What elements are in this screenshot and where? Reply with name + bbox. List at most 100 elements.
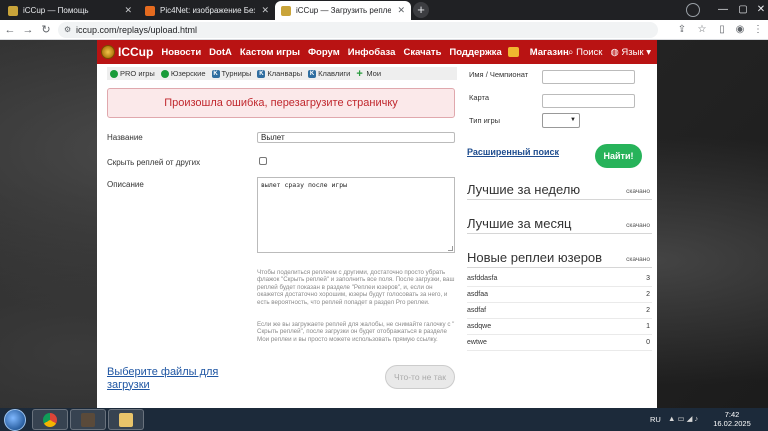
nav-shop-label: Магазин — [529, 46, 569, 58]
folder-icon — [119, 413, 133, 427]
list-item[interactable]: asdfaa 2 — [467, 287, 652, 303]
close-tab-icon[interactable]: ✕ — [261, 5, 269, 16]
filter-label: Юзерские — [170, 69, 206, 78]
caret-down-icon: ▾ — [646, 46, 651, 58]
download-count: 0 — [646, 339, 650, 346]
help-text-share: Чтобы поделиться реплеем с другими, дост… — [257, 269, 455, 306]
input-language[interactable]: RU — [650, 415, 661, 424]
description-textarea[interactable]: вылет сразу после игры — [257, 177, 455, 253]
tab-title: iCCup — Помощь — [23, 6, 89, 15]
browser-tab-help[interactable]: iCCup — Помощь ✕ — [2, 1, 138, 20]
back-icon[interactable]: ← — [2, 22, 18, 38]
pic4net-favicon — [145, 5, 155, 16]
chrome-icon — [43, 413, 57, 427]
search-icon: ⌕ — [568, 46, 574, 58]
tray-icons[interactable]: ▲ ▭ ◢ ♪ — [668, 414, 698, 423]
search-link[interactable]: ⌕ Поиск — [568, 47, 602, 58]
choose-files-link[interactable]: Выберите файлы для загрузки — [107, 366, 227, 391]
clock[interactable]: 7:42 16.02.2025 — [712, 410, 752, 428]
site-logo[interactable]: ICCup — [101, 45, 153, 59]
new-user-replays-header: Новые реплеи юзеров скачано — [467, 250, 652, 268]
game-type-select[interactable]: ▼ — [542, 113, 580, 128]
close-window-icon[interactable]: ✕ — [748, 0, 768, 20]
submit-button[interactable]: Что-то не так — [385, 365, 455, 389]
filter-mine[interactable]: + Мои — [356, 68, 382, 79]
new-tab-button[interactable]: + — [413, 2, 429, 18]
browser-menu-icon[interactable]: ⋮ — [750, 22, 766, 38]
browser-tab-upload[interactable]: iCCup — Загрузить реплей ✕ — [275, 1, 411, 20]
taskbar-explorer[interactable] — [108, 409, 144, 430]
replay-name: asdqwe — [467, 323, 492, 330]
best-week-title: Лучшие за неделю — [467, 182, 581, 197]
nav-download[interactable]: Скачать — [403, 47, 441, 58]
url-field[interactable]: ⚙ iccup.com/replays/upload.html — [58, 22, 658, 38]
list-item[interactable]: asdqwe 1 — [467, 319, 652, 335]
nav-shop[interactable]: Магазин — [507, 46, 569, 58]
search-label: Поиск — [576, 46, 603, 58]
filter-clanleagues[interactable]: K Клавлиги — [308, 69, 350, 78]
web-page: ICCup Новости DotA Кастом игры Форум Инф… — [0, 40, 768, 408]
reload-icon[interactable]: ↻ — [38, 22, 54, 38]
best-month-title: Лучшие за месяц — [467, 216, 572, 231]
replay-name: asfddasfa — [467, 275, 498, 282]
nav-links: Новости DotA Кастом игры Форум Инфобаза … — [161, 47, 501, 58]
avatar[interactable]: ◉ — [732, 22, 748, 38]
downloaded-label: скачано — [626, 188, 650, 195]
side-panel-icon[interactable]: ▯ — [714, 22, 730, 38]
filter-tournaments[interactable]: K Турниры — [211, 69, 252, 78]
new-user-replays-title: Новые реплеи юзеров — [467, 250, 603, 265]
search-sidebar: Имя / Чемпионат Карта Тип игры ▼ Расшире… — [457, 64, 657, 408]
taskbar-game[interactable] — [70, 409, 106, 430]
find-button[interactable]: Найти! — [595, 144, 642, 168]
game-app-icon — [81, 413, 95, 427]
taskbar-chrome[interactable] — [32, 409, 68, 430]
language-selector[interactable]: ◍ Язык ▾ — [610, 47, 651, 58]
shop-bag-icon — [507, 47, 519, 57]
share-icon[interactable]: ⇪ — [674, 22, 690, 38]
nav-infobase[interactable]: Инфобаза — [348, 47, 396, 58]
clock-date: 16.02.2025 — [713, 419, 751, 428]
profile-icon[interactable] — [686, 3, 700, 17]
replay-name-input[interactable]: Вылет — [257, 132, 455, 143]
forward-icon[interactable]: → — [20, 22, 36, 38]
filter-label: Мои — [366, 69, 382, 78]
downloaded-label: скачано — [626, 256, 650, 263]
error-alert: Произошла ошибка, перезагрузите страничк… — [107, 88, 455, 118]
list-item[interactable]: asfddasfa 3 — [467, 271, 652, 287]
iccup-favicon — [281, 5, 291, 16]
resize-grip-icon[interactable] — [448, 246, 453, 251]
url-text: iccup.com/replays/upload.html — [76, 25, 198, 35]
hide-replay-checkbox[interactable] — [259, 157, 267, 165]
logo-text: ICCup — [118, 45, 154, 59]
nav-support[interactable]: Поддержка — [449, 47, 501, 58]
close-tab-icon[interactable]: ✕ — [397, 5, 405, 16]
close-tab-icon[interactable]: ✕ — [124, 5, 132, 16]
best-month-header: Лучшие за месяц скачано — [467, 216, 652, 234]
nav-right: ⌕ Поиск ◍ Язык ▾ — [568, 40, 651, 64]
tab-title: Pic4Net: изображение Безымя... — [160, 6, 256, 15]
site-navigation: ICCup Новости DotA Кастом игры Форум Инф… — [97, 40, 657, 64]
list-item[interactable]: ewtwe 0 — [467, 335, 652, 351]
browser-tab-pic4net[interactable]: Pic4Net: изображение Безымя... ✕ — [139, 1, 275, 20]
name-champ-input[interactable] — [542, 70, 635, 84]
nav-forum[interactable]: Форум — [308, 47, 340, 58]
bookmark-star-icon[interactable]: ☆ — [694, 22, 710, 38]
map-input[interactable] — [542, 94, 635, 108]
download-count: 1 — [646, 323, 650, 330]
filter-label: Турниры — [221, 69, 252, 78]
filter-pro[interactable]: PRO игры — [110, 69, 155, 78]
user-replays-icon — [160, 69, 169, 78]
globe-icon: ◍ — [610, 46, 619, 58]
download-count: 2 — [646, 291, 650, 298]
nav-dota[interactable]: DotA — [209, 47, 232, 58]
site-info-icon[interactable]: ⚙ — [64, 22, 71, 38]
start-button[interactable] — [4, 409, 26, 431]
list-item[interactable]: asdfaf 2 — [467, 303, 652, 319]
chevron-down-icon: ▼ — [570, 117, 576, 123]
filter-user[interactable]: Юзерские — [160, 69, 206, 78]
filter-clanwars[interactable]: K Кланвары — [257, 69, 302, 78]
nav-custom-games[interactable]: Кастом игры — [240, 47, 300, 58]
nav-news[interactable]: Новости — [161, 47, 201, 58]
advanced-search-link[interactable]: Расширенный поиск — [467, 147, 559, 157]
logo-emblem-icon — [101, 45, 115, 59]
